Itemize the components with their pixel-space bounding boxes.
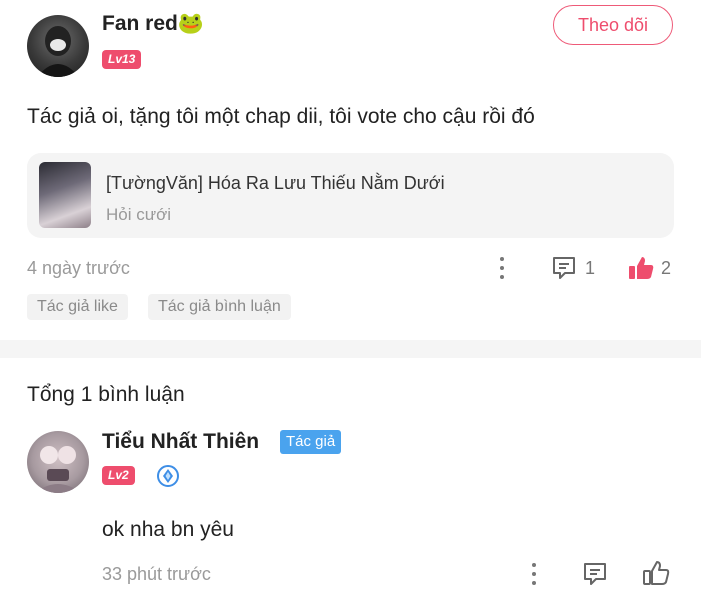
reply-author-name[interactable]: Tiểu Nhất Thiên	[102, 430, 259, 454]
level-badge: Lv2	[102, 466, 135, 485]
story-card[interactable]: [TườngVăn] Hóa Ra Lưu Thiếu Nằm Dưới Hỏi…	[27, 153, 674, 238]
post-author-avatar[interactable]	[27, 15, 89, 77]
vip-badge-icon	[157, 465, 179, 487]
story-subtitle: Hỏi cưới	[106, 205, 172, 224]
comment-icon[interactable]	[551, 255, 577, 281]
thumbs-up-outline-icon[interactable]	[642, 559, 670, 585]
tag-author-liked: Tác giả like	[27, 294, 128, 320]
tag-author-commented: Tác giả bình luận	[148, 294, 291, 320]
follow-button[interactable]: Theo dõi	[553, 5, 673, 45]
like-count: 2	[661, 258, 672, 278]
more-vertical-icon[interactable]	[529, 561, 539, 587]
reply-time: 33 phút trước	[102, 564, 211, 584]
thumbs-up-filled-icon[interactable]	[627, 254, 654, 280]
level-badge: Lv13	[102, 50, 142, 69]
reply-comment-text: ok nha bn yêu	[102, 518, 234, 541]
post-author-name[interactable]: Fan red🐸	[102, 12, 204, 36]
comment-icon[interactable]	[582, 561, 608, 587]
story-title: [TườngVăn] Hóa Ra Lưu Thiếu Nằm Dưới	[106, 173, 445, 193]
post-time: 4 ngày trước	[27, 258, 130, 278]
section-divider	[0, 340, 701, 358]
reply-author-avatar[interactable]	[27, 431, 89, 493]
more-vertical-icon[interactable]	[497, 255, 507, 281]
avatar-image	[35, 446, 81, 493]
comment-count: 1	[585, 258, 596, 278]
post-comment-text: Tác giả oi, tặng tôi một chap dii, tôi v…	[27, 105, 535, 128]
author-tag: Tác giả	[280, 430, 342, 454]
comment-total-label: Tổng 1 bình luận	[27, 383, 185, 406]
story-cover-image	[39, 162, 91, 228]
avatar-image	[37, 26, 79, 77]
